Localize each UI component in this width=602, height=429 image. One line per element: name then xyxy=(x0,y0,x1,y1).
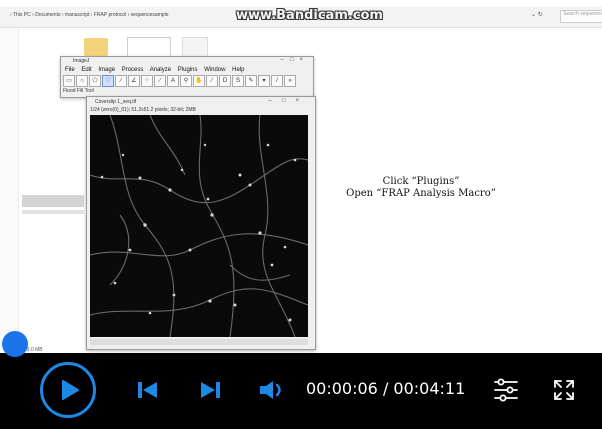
window-controls[interactable]: –□× xyxy=(281,57,309,63)
brush-tool-icon[interactable]: ✎ xyxy=(245,75,257,87)
previous-icon[interactable] xyxy=(137,381,159,399)
image-info: 1/24 (zero(0)_01); 51.2x51.2 pixels; 32-… xyxy=(90,107,196,113)
time-display: 00:00:06 / 00:04:11 xyxy=(306,379,466,398)
stack-tool-icon[interactable]: S xyxy=(232,75,244,87)
search-input[interactable]: Search sequence sam xyxy=(560,10,602,23)
menu-file[interactable]: File xyxy=(65,67,75,73)
menu-analyze[interactable]: Analyze xyxy=(150,67,171,73)
play-button[interactable] xyxy=(40,362,96,418)
more-tools-icon[interactable]: » xyxy=(284,75,296,87)
magnifier-tool-icon[interactable]: ⚲ xyxy=(180,75,192,87)
flood-fill-tool-icon[interactable]: ▾ xyxy=(258,75,270,87)
dropper-tool-icon[interactable]: ⁄ xyxy=(206,75,218,87)
text-tool-icon[interactable]: A xyxy=(167,75,179,87)
play-icon xyxy=(62,380,79,400)
menu-plugins[interactable]: Plugins xyxy=(178,67,198,73)
folder-icon xyxy=(84,38,108,56)
imagej-window: ImageJ –□× File Edit Image Process Analy… xyxy=(60,56,314,98)
instruction-text: Click “Plugins” Open “FRAP Analysis Macr… xyxy=(306,176,536,200)
selected-file-row xyxy=(22,195,84,207)
point-tool-icon[interactable]: ⁘ xyxy=(141,75,153,87)
hand-tool-icon[interactable]: ✋ xyxy=(193,75,205,87)
refresh-icon[interactable]: ⌄ ↻ xyxy=(531,11,561,21)
image-window-title: Coverslip 1_seq.tif xyxy=(95,99,137,105)
rectangle-tool-icon[interactable]: ▭ xyxy=(63,75,75,87)
fullscreen-icon[interactable] xyxy=(552,378,576,402)
settings-sliders-icon[interactable] xyxy=(493,377,519,403)
file-row xyxy=(22,210,84,214)
instruction-line-2: Open “FRAP Analysis Macro” xyxy=(346,188,496,199)
polygon-tool-icon[interactable]: ⬠ xyxy=(89,75,101,87)
microscopy-image[interactable] xyxy=(90,115,308,337)
seek-thumb[interactable] xyxy=(2,331,28,357)
imagej-status: Flood Fill Tool xyxy=(63,88,94,94)
stack-slider[interactable] xyxy=(90,339,308,345)
dev-tool-icon[interactable]: D xyxy=(219,75,231,87)
oval-tool-icon[interactable]: ○ xyxy=(76,75,88,87)
navigation-pane xyxy=(0,28,19,353)
menu-window[interactable]: Window xyxy=(204,67,225,73)
imagej-title: ImageJ xyxy=(73,58,90,64)
imagej-menubar: File Edit Image Process Analyze Plugins … xyxy=(65,67,250,73)
volume-icon[interactable] xyxy=(258,379,286,401)
imagej-toolbar: ▭ ○ ⬠ ♡ ∕ ∠ ⁘ ⟋ A ⚲ ✋ ⁄ D S ✎ ▾ / » xyxy=(63,75,296,87)
menu-edit[interactable]: Edit xyxy=(81,67,91,73)
freehand-tool-icon[interactable]: ♡ xyxy=(102,75,114,87)
menu-help[interactable]: Help xyxy=(232,67,244,73)
line-tool-icon[interactable]: ∕ xyxy=(115,75,127,87)
next-icon[interactable] xyxy=(199,381,221,399)
window-controls[interactable]: –□× xyxy=(269,98,309,104)
pencil-tool-icon[interactable]: / xyxy=(271,75,283,87)
watermark: www.Bandicam.com xyxy=(236,8,383,23)
neuron-filaments xyxy=(90,115,308,337)
breadcrumb[interactable]: › This PC › Documents › manuscript › FRA… xyxy=(10,12,168,18)
menu-process[interactable]: Process xyxy=(122,67,144,73)
video-frame[interactable]: › This PC › Documents › manuscript › FRA… xyxy=(0,0,602,353)
menu-image[interactable]: Image xyxy=(98,67,115,73)
instruction-line-1: Click “Plugins” xyxy=(382,176,460,187)
angle-tool-icon[interactable]: ∠ xyxy=(128,75,140,87)
image-window: Coverslip 1_seq.tif –□× 1/24 (zero(0)_01… xyxy=(86,96,316,350)
wand-tool-icon[interactable]: ⟋ xyxy=(154,75,166,87)
